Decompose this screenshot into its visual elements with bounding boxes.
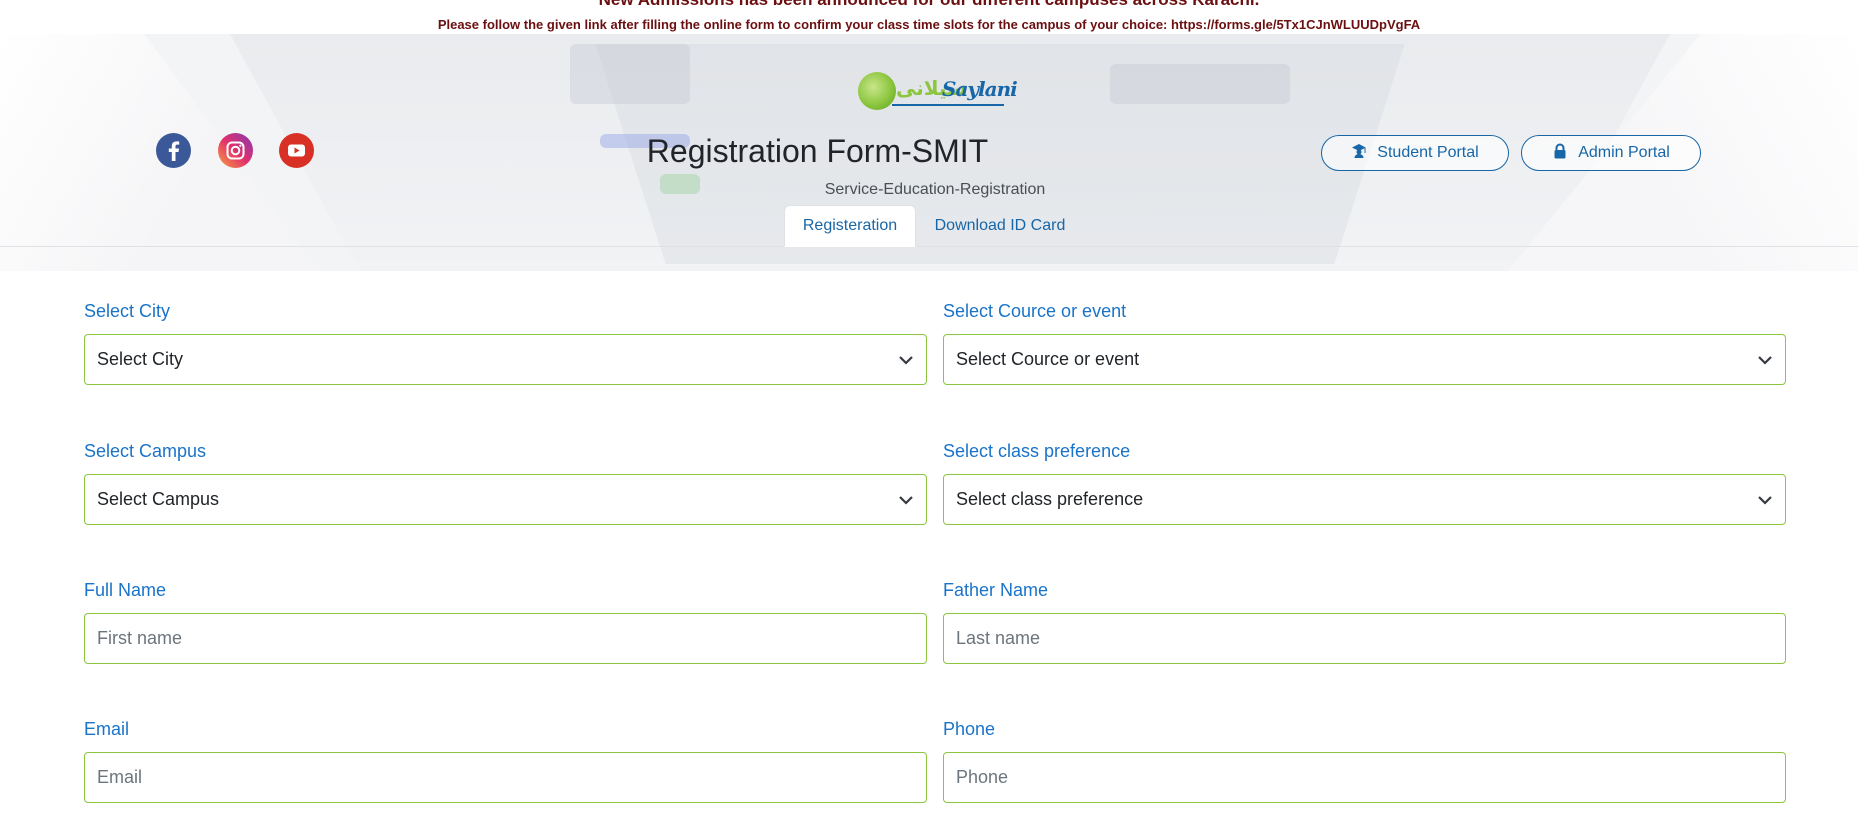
course-select[interactable]: Select Cource or event — [943, 334, 1786, 385]
campus-select-value: Select Campus — [97, 489, 220, 509]
announcement-bar: New Admissions has been announced for ou… — [0, 0, 1858, 34]
city-select[interactable]: Select City — [84, 334, 927, 385]
announcement-headline: New Admissions has been announced for ou… — [0, 0, 1858, 10]
youtube-icon[interactable] — [279, 133, 314, 168]
tab-download-id-card-label: Download ID Card — [934, 217, 1066, 234]
course-select-value: Select Cource or event — [956, 349, 1140, 369]
father-name-label: Father Name — [943, 580, 1049, 600]
chevron-down-icon — [899, 496, 913, 505]
instagram-icon[interactable] — [218, 133, 253, 168]
graduate-icon — [1351, 143, 1367, 164]
student-portal-button[interactable]: Student Portal — [1321, 135, 1509, 171]
tab-download-id-card[interactable]: Download ID Card — [919, 205, 1081, 247]
email-input[interactable] — [84, 752, 927, 803]
phone-label: Phone — [943, 719, 996, 739]
chevron-down-icon — [899, 356, 913, 365]
full-name-label: Full Name — [84, 580, 167, 600]
class-preference-label: Select class preference — [943, 441, 1131, 461]
course-label: Select Cource or event — [943, 301, 1127, 321]
full-name-input[interactable] — [84, 613, 927, 664]
campus-label: Select Campus — [84, 441, 207, 461]
tab-registeration[interactable]: Registeration — [784, 205, 916, 247]
city-select-value: Select City — [97, 349, 184, 369]
father-name-input[interactable] — [943, 613, 1786, 664]
chevron-down-icon — [1758, 496, 1772, 505]
tab-registeration-label: Registeration — [802, 217, 898, 234]
student-portal-label: Student Portal — [1377, 144, 1479, 161]
admin-portal-label: Admin Portal — [1578, 144, 1670, 161]
city-label: Select City — [84, 301, 171, 321]
facebook-icon[interactable] — [156, 133, 191, 168]
announcement-note: Please follow the given link after filli… — [437, 17, 1421, 32]
page-title: Registration Form-SMIT — [646, 133, 989, 169]
admin-portal-button[interactable]: Admin Portal — [1521, 135, 1701, 171]
page-subtitle: Service-Education-Registration — [824, 181, 1046, 198]
class-preference-select-value: Select class preference — [956, 489, 1144, 509]
lock-icon — [1552, 143, 1568, 164]
campus-select[interactable]: Select Campus — [84, 474, 927, 525]
phone-input[interactable] — [943, 752, 1786, 803]
logo-text: Saylani — [942, 77, 1018, 101]
saylani-logo[interactable]: سیلانی Saylani — [858, 70, 1018, 112]
chevron-down-icon — [1758, 356, 1772, 365]
logo-emblem — [858, 72, 896, 110]
class-preference-select[interactable]: Select class preference — [943, 474, 1786, 525]
email-label: Email — [84, 719, 130, 739]
